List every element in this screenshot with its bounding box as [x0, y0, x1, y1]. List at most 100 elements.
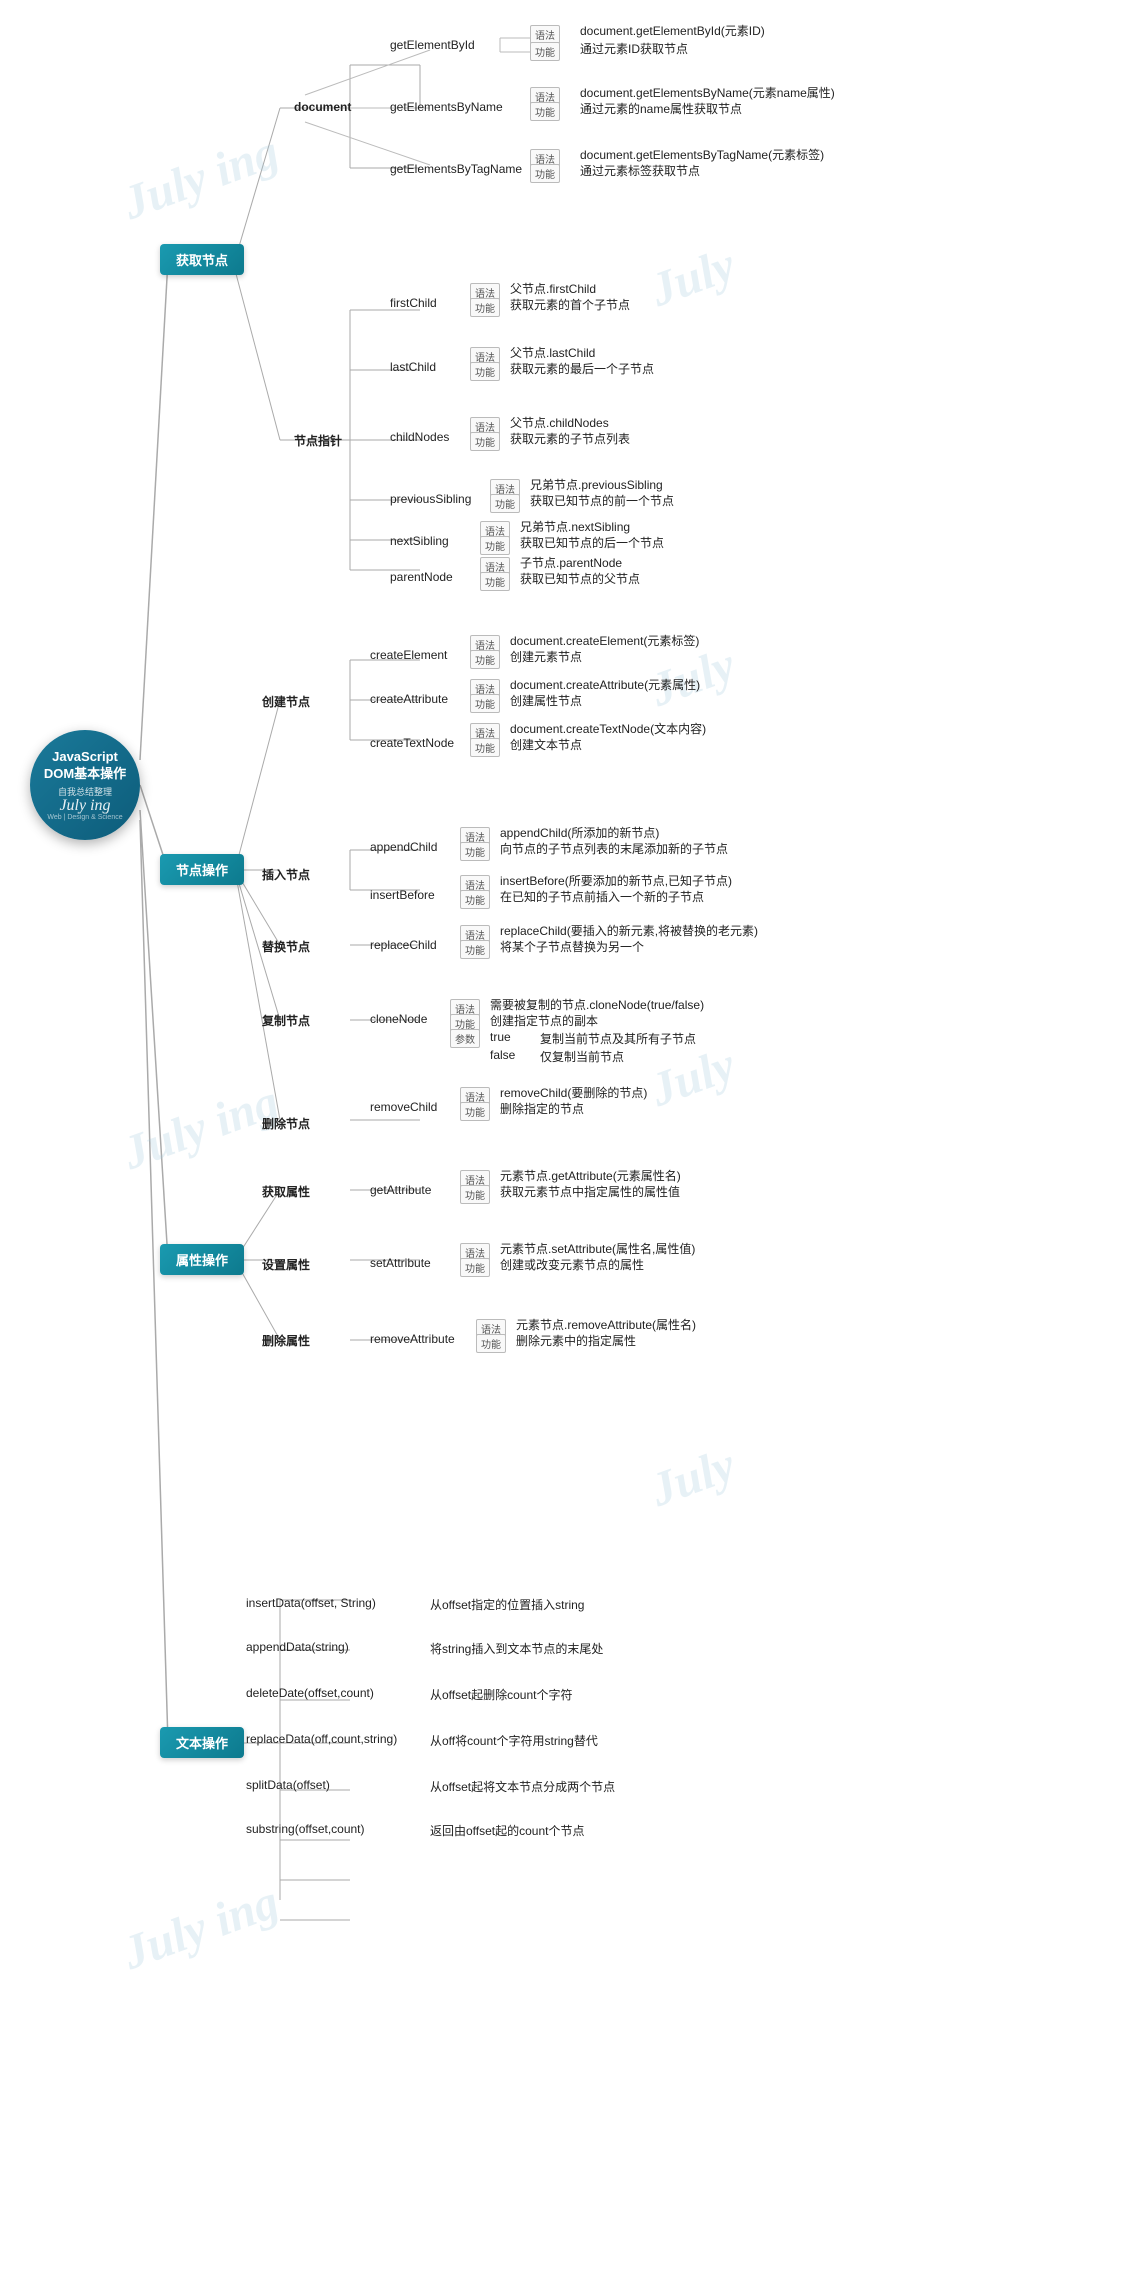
- split-data-method: splitData(offset): [246, 1778, 330, 1792]
- center-node: JavaScript DOM基本操作 自我总结整理 July ing Web |…: [30, 730, 140, 840]
- create-attr-func-tag: 功能: [470, 694, 500, 713]
- create-node: 创建节点: [262, 693, 310, 710]
- watermark-5: July: [643, 1437, 742, 1518]
- get-by-id-syntax-val: document.getElementById(元素ID): [580, 22, 765, 39]
- replace-child-func-val: 将某个子节点替换为另一个: [500, 938, 644, 955]
- get-by-id-func-val: 通过元素ID获取节点: [580, 40, 688, 57]
- insert-data-method: insertData(offset, String): [246, 1596, 376, 1610]
- create-el-func-tag: 功能: [470, 650, 500, 669]
- next-sibling-syntax-val: 兄弟节点.nextSibling: [520, 518, 630, 535]
- create-text-func-tag: 功能: [470, 738, 500, 757]
- clone-node-param-true-label: true: [490, 1030, 511, 1044]
- replace-node: 替换节点: [262, 938, 310, 955]
- append-child-syntax-val: appendChild(所添加的新节点): [500, 824, 659, 841]
- watermark-6: July ing: [115, 1074, 285, 1181]
- replace-data-desc: 从off将count个字符用string替代: [430, 1732, 598, 1749]
- get-attr-syntax-val: 元素节点.getAttribute(元素属性名): [500, 1167, 681, 1184]
- remove-child-func-tag: 功能: [460, 1102, 490, 1121]
- append-data-desc: 将string插入到文本节点的末尾处: [430, 1640, 603, 1657]
- remove-attr-func-val: 删除元素中的指定属性: [516, 1332, 636, 1349]
- substring-desc: 返回由offset起的count个节点: [430, 1822, 585, 1839]
- insert-data-desc: 从offset指定的位置插入string: [430, 1596, 584, 1613]
- center-title2: DOM基本操作: [44, 766, 126, 783]
- create-el-func-val: 创建元素节点: [510, 648, 582, 665]
- clone-node-param-true-val: 复制当前节点及其所有子节点: [540, 1030, 696, 1047]
- create-text-syntax-val: document.createTextNode(文本内容): [510, 720, 706, 737]
- get-by-tag-func-tag: 功能: [530, 164, 560, 183]
- set-attr-func-val: 创建或改变元素节点的属性: [500, 1256, 644, 1273]
- set-attribute: setAttribute: [370, 1256, 431, 1270]
- create-attribute: createAttribute: [370, 692, 448, 706]
- get-by-name-func-tag: 功能: [530, 102, 560, 121]
- remove-attr: 删除属性: [262, 1332, 310, 1349]
- last-child: lastChild: [390, 360, 436, 374]
- remove-attr-func-tag: 功能: [476, 1334, 506, 1353]
- get-attr-func-tag: 功能: [460, 1185, 490, 1204]
- get-element-by-id: getElementById: [390, 38, 475, 52]
- category-attr-op-label: 属性操作: [176, 1253, 228, 1268]
- get-by-tag-func-val: 通过元素标签获取节点: [580, 162, 700, 179]
- center-title1: JavaScript: [52, 749, 118, 766]
- watermark-7: July ing: [115, 1874, 285, 1981]
- parent-node-syntax-val: 子节点.parentNode: [520, 554, 622, 571]
- category-get-node: 获取节点: [160, 244, 244, 275]
- set-attr-syntax-val: 元素节点.setAttribute(属性名,属性值): [500, 1240, 695, 1257]
- last-child-func-val: 获取元素的最后一个子节点: [510, 360, 654, 377]
- create-text-node: createTextNode: [370, 736, 454, 750]
- category-text-op-label: 文本操作: [176, 1736, 228, 1751]
- get-elements-by-name: getElementsByName: [390, 100, 503, 114]
- replace-child-func-tag: 功能: [460, 940, 490, 959]
- get-by-id-func-tag: 功能: [530, 42, 560, 61]
- next-sibling: nextSibling: [390, 534, 449, 548]
- first-child: firstChild: [390, 296, 437, 310]
- insert-before-func-val: 在已知的子节点前插入一个新的子节点: [500, 888, 704, 905]
- remove-attr-syntax-val: 元素节点.removeAttribute(属性名): [516, 1316, 696, 1333]
- previous-sibling: previousSibling: [390, 492, 471, 506]
- substring-method: substring(offset,count): [246, 1822, 365, 1836]
- remove-child-syntax-val: removeChild(要删除的节点): [500, 1084, 647, 1101]
- get-attr-func-val: 获取元素节点中指定属性的属性值: [500, 1183, 680, 1200]
- category-get-node-label: 获取节点: [176, 253, 228, 268]
- watermark-1: July ing: [115, 124, 285, 231]
- create-element: createElement: [370, 648, 447, 662]
- category-attr-op: 属性操作: [160, 1244, 244, 1275]
- delete-node: 删除节点: [262, 1115, 310, 1132]
- first-child-func-tag: 功能: [470, 298, 500, 317]
- prev-sibling-syntax-val: 兄弟节点.previousSibling: [530, 476, 663, 493]
- clone-node-label: 复制节点: [262, 1012, 310, 1029]
- set-attr-func-tag: 功能: [460, 1258, 490, 1277]
- delete-date-method: deleteDate(offset,count): [246, 1686, 374, 1700]
- insert-node: 插入节点: [262, 866, 310, 883]
- replace-data-method: replaceData(off,count,string): [246, 1732, 397, 1746]
- get-attr: 获取属性: [262, 1183, 310, 1200]
- append-child: appendChild: [370, 840, 437, 854]
- node-pointer: 节点指针: [294, 432, 342, 449]
- prev-sibling-func-tag: 功能: [490, 494, 520, 513]
- clone-node-param-false-label: false: [490, 1048, 515, 1062]
- child-nodes-func-val: 获取元素的子节点列表: [510, 430, 630, 447]
- next-sibling-func-val: 获取已知节点的后一个节点: [520, 534, 664, 551]
- child-nodes-func-tag: 功能: [470, 432, 500, 451]
- center-logo-sub: Web | Design & Science: [47, 814, 122, 821]
- document-node: document: [294, 100, 351, 114]
- clone-node: cloneNode: [370, 1012, 427, 1026]
- create-el-syntax-val: document.createElement(元素标签): [510, 632, 699, 649]
- clone-node-syntax-val: 需要被复制的节点.cloneNode(true/false): [490, 996, 704, 1013]
- split-data-desc: 从offset起将文本节点分成两个节点: [430, 1778, 615, 1795]
- replace-child: replaceChild: [370, 938, 437, 952]
- child-nodes: childNodes: [390, 430, 449, 444]
- create-text-func-val: 创建文本节点: [510, 736, 582, 753]
- get-elements-by-tag: getElementsByTagName: [390, 162, 522, 176]
- watermark-2: July: [643, 237, 742, 318]
- get-by-tag-syntax-val: document.getElementsByTagName(元素标签): [580, 146, 824, 163]
- get-attribute: getAttribute: [370, 1183, 431, 1197]
- append-child-func-tag: 功能: [460, 842, 490, 861]
- insert-before-syntax-val: insertBefore(所要添加的新节点,已知子节点): [500, 872, 732, 889]
- last-child-syntax-val: 父节点.lastChild: [510, 344, 595, 361]
- first-child-func-val: 获取元素的首个子节点: [510, 296, 630, 313]
- create-attr-syntax-val: document.createAttribute(元素属性): [510, 676, 700, 693]
- remove-attribute: removeAttribute: [370, 1332, 455, 1346]
- delete-date-desc: 从offset起删除count个字符: [430, 1686, 573, 1703]
- category-text-op: 文本操作: [160, 1727, 244, 1758]
- replace-child-syntax-val: replaceChild(要插入的新元素,将被替换的老元素): [500, 922, 758, 939]
